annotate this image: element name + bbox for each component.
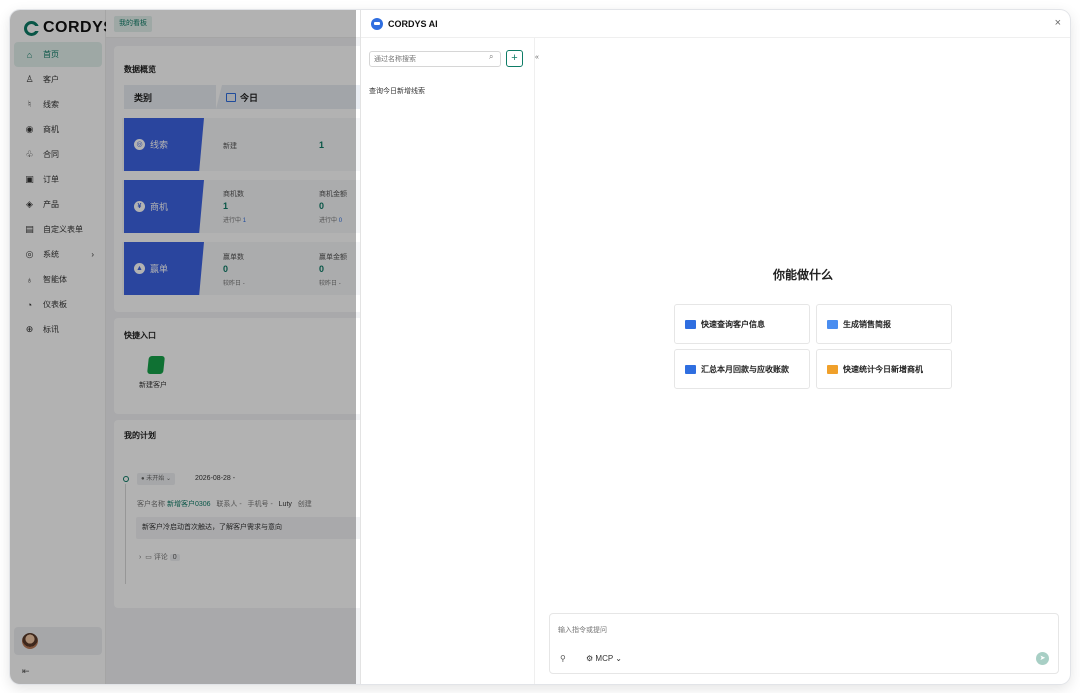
mcp-icon: ⚙ — [586, 654, 594, 663]
mcp-selector[interactable]: ⚙ MCP ⌄ — [586, 654, 622, 663]
history-search-input[interactable] — [369, 51, 501, 67]
chevron-down-icon: ⌄ — [615, 654, 622, 663]
modal-backdrop[interactable] — [10, 10, 356, 684]
new-chat-button[interactable]: + — [506, 50, 523, 67]
drawer-title: CORDYS AI — [388, 18, 438, 29]
collapse-history-icon[interactable]: « — [535, 54, 539, 61]
chart-icon — [685, 364, 696, 374]
ai-drawer: CORDYS AI × ⌕ + 查询今日新增线索 « 你能做什么 快速查询客户信… — [360, 10, 1070, 684]
report-icon — [827, 319, 838, 329]
attachment-icon[interactable]: ⚲ — [560, 654, 566, 663]
cordys-ai-logo-icon — [371, 17, 383, 30]
close-icon[interactable]: × — [1055, 17, 1061, 29]
drawer-header: CORDYS AI × — [361, 10, 1070, 38]
suggestion-label: 生成销售简报 — [843, 319, 891, 329]
suggestion-payment-summary[interactable]: 汇总本月回款与应收账款 — [674, 349, 810, 389]
suggestion-label: 汇总本月回款与应收账款 — [701, 364, 789, 374]
mcp-label: MCP — [595, 654, 614, 663]
chat-input[interactable] — [558, 622, 1038, 638]
suggestion-query-customer[interactable]: 快速查询客户信息 — [674, 304, 810, 344]
chat-input-card: ⚲ ⚙ MCP ⌄ ➤ — [549, 613, 1059, 674]
app-window: CORDYS ⌂ 首页 ♙ 客户 ♮ 线索 ◉ 商机 ♧ 合同 ▣ 订单 ◈ 产品 ▤ 自定义表… — [10, 10, 1070, 684]
suggestion-label: 快速查询客户信息 — [701, 319, 765, 329]
suggestion-new-opportunities[interactable]: 快速统计今日新增商机 — [816, 349, 952, 389]
welcome-heading: 你能做什么 — [772, 268, 833, 282]
send-icon[interactable]: ➤ — [1036, 652, 1049, 665]
suggestion-sales-brief[interactable]: 生成销售简报 — [816, 304, 952, 344]
history-item[interactable]: 查询今日新增线索 — [369, 86, 425, 96]
suggestion-label: 快速统计今日新增商机 — [843, 364, 923, 374]
document-icon — [827, 364, 838, 374]
chat-history-panel: ⌕ + 查询今日新增线索 — [361, 38, 535, 684]
search-icon[interactable]: ⌕ — [489, 52, 493, 62]
customer-card-icon — [685, 319, 696, 329]
